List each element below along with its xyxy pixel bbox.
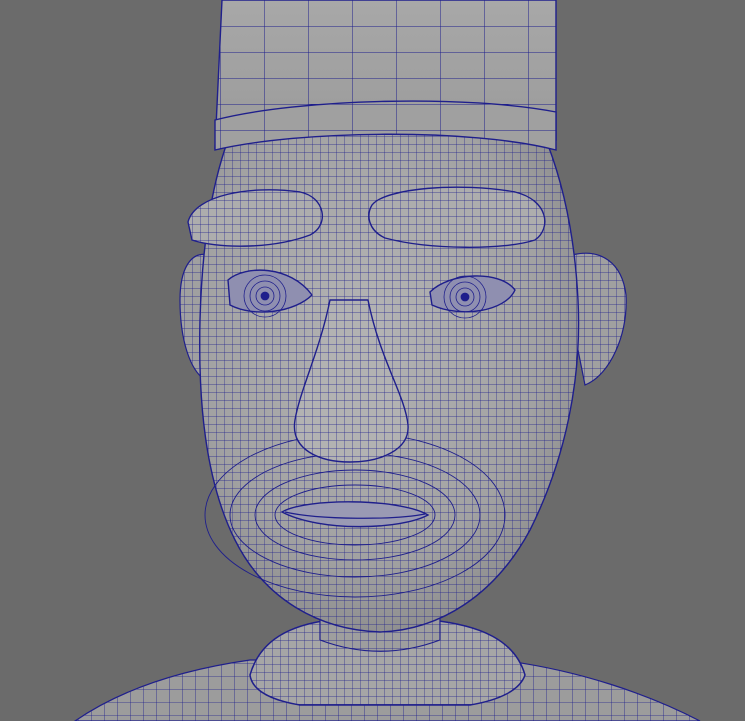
right-eyebrow-mesh[interactable] xyxy=(368,186,546,248)
3d-viewport[interactable] xyxy=(0,0,745,721)
left-eyebrow-mesh[interactable] xyxy=(187,189,323,247)
chef-hat-mesh[interactable] xyxy=(214,0,557,151)
wireframe-scene[interactable] xyxy=(0,0,745,721)
